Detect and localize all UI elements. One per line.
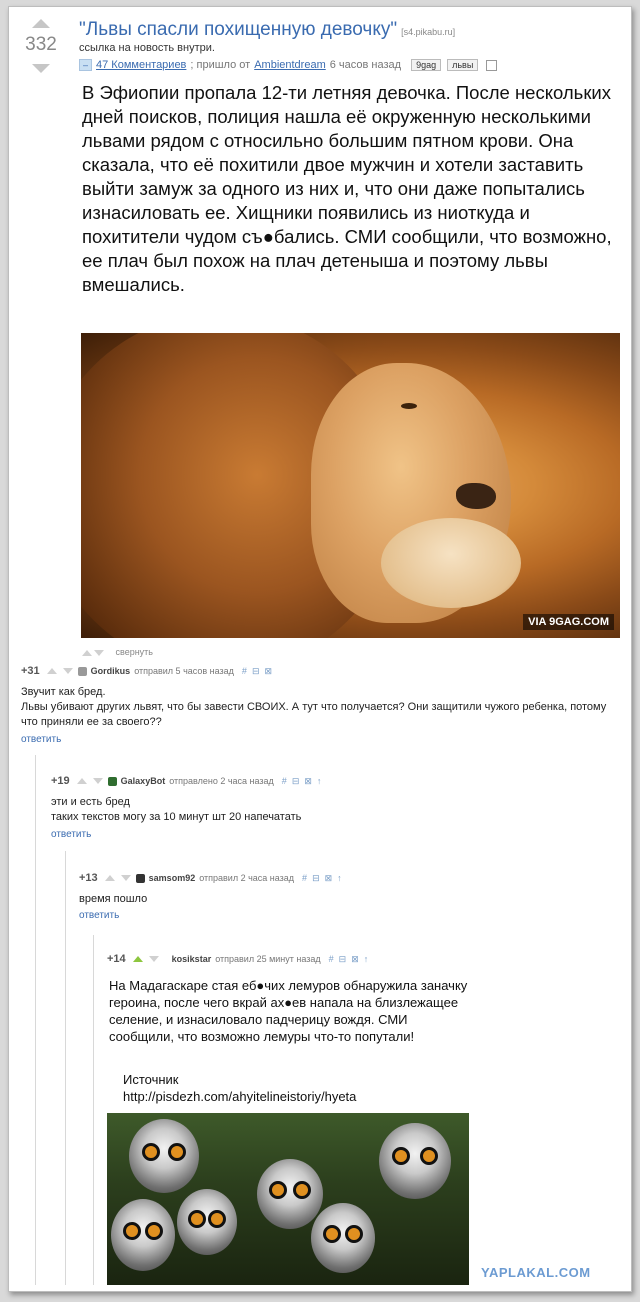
upvote-icon[interactable]: [104, 875, 115, 881]
upvote-icon[interactable]: [32, 19, 50, 28]
comment-text: эти и есть бред таких текстов могу за 10…: [51, 796, 302, 823]
post-title-text[interactable]: "Львы спасли похищенную девочку": [79, 19, 397, 40]
lemur-face: [311, 1203, 375, 1273]
permalink-icon[interactable]: #: [282, 776, 287, 786]
post-vote: 332: [23, 19, 59, 73]
upvote-icon[interactable]: [132, 956, 143, 962]
upvote-icon[interactable]: [76, 778, 87, 784]
comment-text: Звучит как бред. Львы убивают других льв…: [21, 686, 607, 728]
collapse-icon[interactable]: ⊟: [312, 873, 320, 884]
upvote-icon[interactable]: [82, 649, 92, 656]
permalink-icon[interactable]: #: [329, 954, 334, 964]
source-label: Источник: [123, 1072, 179, 1087]
comments-link[interactable]: 47 Комментариев: [96, 59, 186, 71]
parent-arrow-icon[interactable]: ↑: [337, 873, 342, 883]
downvote-icon[interactable]: [32, 64, 50, 73]
post-title[interactable]: "Львы спасли похищенную девочку" [s4.pika…: [79, 19, 455, 41]
thread-line: [93, 935, 94, 1285]
comment-header: +31 Gordikus отправил 5 часов назад # ⊟ …: [21, 665, 272, 677]
comment-meta: отправил 2 часа назад: [199, 873, 295, 883]
comment-score: +19: [51, 775, 70, 787]
source-url[interactable]: http://pisdezh.com/ahyitelineistoriy/hye…: [123, 1088, 523, 1105]
save-icon[interactable]: ⊠: [304, 776, 312, 787]
post-type-badge[interactable]: –: [79, 59, 93, 71]
collapse-icon[interactable]: ⊟: [252, 666, 260, 677]
comment-user[interactable]: samsom92: [149, 873, 196, 883]
parent-arrow-icon[interactable]: ↑: [317, 776, 322, 786]
comment-score: +31: [21, 665, 40, 677]
upvote-icon[interactable]: [46, 668, 57, 674]
permalink-icon[interactable]: #: [242, 666, 247, 676]
reply-link[interactable]: ответить: [79, 910, 119, 921]
lemur-face: [379, 1123, 451, 1199]
save-icon[interactable]: ⊠: [351, 954, 359, 965]
save-icon[interactable]: ⊠: [264, 666, 272, 677]
tag-lions[interactable]: львы: [447, 59, 479, 71]
lion-eye: [401, 403, 417, 409]
post-subtitle: ссылка на новость внутри.: [79, 42, 215, 54]
comment-user[interactable]: Gordikus: [91, 666, 131, 676]
author-link[interactable]: Ambientdream: [254, 59, 326, 71]
avatar: [107, 776, 117, 786]
comment-text: На Мадагаскаре стая еб●чих лемуров обнар…: [109, 978, 468, 1044]
collapse-icon[interactable]: ⊟: [292, 776, 300, 787]
comment-header: +19 GalaxyBot отправлено 2 часа назад # …: [51, 775, 321, 787]
comment-text: время пошло: [79, 893, 148, 905]
comment-meta: отправил 25 минут назад: [215, 954, 321, 964]
posted-prefix: ; пришло от: [190, 59, 251, 71]
lion-image: VIA 9GAG.COM: [81, 333, 620, 638]
downvote-icon[interactable]: [94, 649, 104, 656]
lemur-face: [257, 1159, 323, 1229]
avatar: [77, 666, 87, 676]
avatar: [135, 873, 145, 883]
comment-meta: отправлено 2 часа назад: [169, 776, 274, 786]
post-score: 332: [25, 34, 57, 55]
thread-line: [65, 851, 66, 1285]
collapse-icon[interactable]: ⊟: [339, 954, 347, 965]
collapse-link[interactable]: свернуть: [81, 647, 153, 657]
comment-user[interactable]: GalaxyBot: [121, 776, 166, 786]
parent-arrow-icon[interactable]: ↑: [364, 954, 369, 964]
save-icon[interactable]: ⊠: [325, 873, 333, 884]
post-body: В Эфиопии пропала 12-ти летняя девочка. …: [82, 82, 612, 295]
post-time: 6 часов назад: [329, 59, 402, 71]
reply-link[interactable]: ответить: [21, 734, 61, 745]
lion-nose: [456, 483, 496, 509]
lemur-face: [111, 1199, 175, 1271]
post-domain: [s4.pikabu.ru]: [401, 27, 456, 37]
comment-score: +13: [79, 872, 98, 884]
comment-user[interactable]: kosikstar: [172, 954, 212, 964]
comment-meta: отправил 5 часов назад: [134, 666, 234, 676]
comment-header: +13 samsom92 отправил 2 часа назад # ⊟ ⊠…: [79, 872, 342, 884]
save-icon[interactable]: [486, 59, 498, 71]
reply-link[interactable]: ответить: [51, 829, 91, 840]
post-meta: – 47 Комментариев ; пришло от Ambientdre…: [79, 59, 498, 71]
downvote-icon[interactable]: [62, 668, 73, 674]
collapse-label[interactable]: свернуть: [116, 647, 153, 657]
permalink-icon[interactable]: #: [302, 873, 307, 883]
downvote-icon[interactable]: [148, 956, 159, 962]
tag-9gag[interactable]: 9gag: [411, 59, 442, 71]
site-watermark: YAPLAKAL.COM: [481, 1265, 591, 1280]
screenshot-frame: 332 "Львы спасли похищенную девочку" [s4.…: [8, 6, 632, 1292]
lemurs-image: [107, 1113, 469, 1285]
lemur-face: [177, 1189, 237, 1255]
thread-line: [35, 755, 36, 1285]
downvote-icon[interactable]: [92, 778, 103, 784]
comment-score: +14: [107, 953, 126, 965]
image-watermark: VIA 9GAG.COM: [523, 614, 614, 630]
lemur-face: [129, 1119, 199, 1193]
downvote-icon[interactable]: [120, 875, 131, 881]
lion-muzzle: [381, 518, 521, 608]
comment-header: +14 kosikstar отправил 25 минут назад # …: [107, 953, 368, 965]
